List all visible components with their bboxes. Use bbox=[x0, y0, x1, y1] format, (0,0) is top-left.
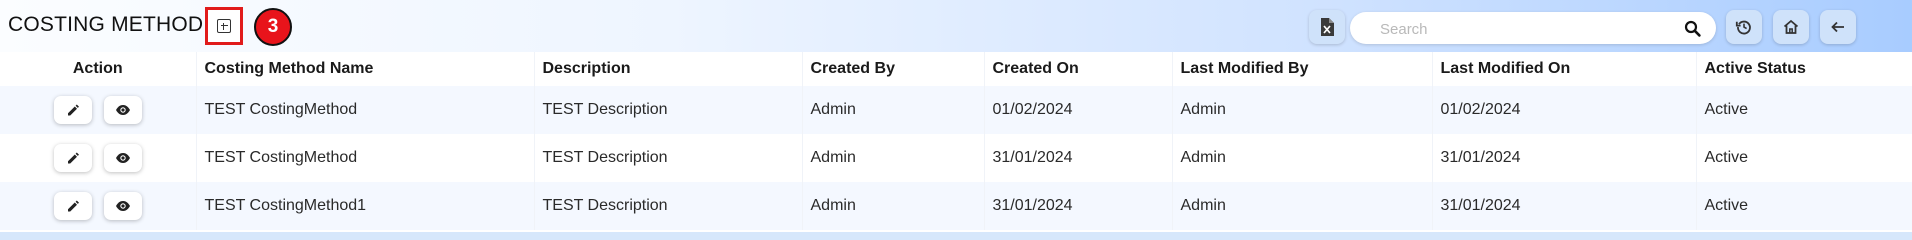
pencil-icon bbox=[67, 104, 79, 116]
eye-icon bbox=[115, 153, 130, 163]
cell-created-on: 31/01/2024 bbox=[983, 134, 1172, 182]
add-costing-method-button[interactable] bbox=[205, 7, 243, 45]
column-header-created-on[interactable]: Created On bbox=[983, 52, 1172, 86]
cell-last-modified-on: 31/01/2024 bbox=[1431, 134, 1696, 182]
eye-icon bbox=[115, 201, 130, 211]
cell-created-by: Admin bbox=[801, 134, 984, 182]
column-header-created-by[interactable]: Created By bbox=[801, 52, 984, 86]
pencil-icon bbox=[67, 152, 79, 164]
action-cell bbox=[0, 182, 196, 230]
view-button[interactable] bbox=[103, 144, 142, 172]
cell-costing-method-name: TEST CostingMethod1 bbox=[195, 182, 534, 230]
cell-costing-method-name: TEST CostingMethod bbox=[195, 86, 534, 134]
cell-costing-method-name: TEST CostingMethod bbox=[195, 134, 534, 182]
edit-button[interactable] bbox=[53, 144, 92, 172]
cell-created-by: Admin bbox=[801, 86, 984, 134]
refresh-icon bbox=[1735, 20, 1751, 35]
cell-active-status: Active bbox=[1695, 134, 1912, 182]
edit-button[interactable] bbox=[53, 192, 92, 220]
cell-created-by: Admin bbox=[801, 182, 984, 230]
table-row: TEST CostingMethod TEST Description Admi… bbox=[0, 86, 1912, 134]
cell-created-on: 31/01/2024 bbox=[983, 182, 1172, 230]
column-header-last-modified-on[interactable]: Last Modified On bbox=[1431, 52, 1696, 86]
cell-description: TEST Description bbox=[533, 134, 802, 182]
export-excel-button[interactable] bbox=[1309, 10, 1345, 44]
cell-last-modified-on: 01/02/2024 bbox=[1431, 86, 1696, 134]
cell-last-modified-by: Admin bbox=[1171, 134, 1432, 182]
pencil-icon bbox=[67, 200, 79, 212]
column-header-action: Action bbox=[72, 60, 123, 77]
page-header: COSTING METHOD 3 bbox=[0, 0, 1912, 52]
column-header-costing-method-name[interactable]: Costing Method Name bbox=[195, 52, 534, 86]
cell-description: TEST Description bbox=[533, 86, 802, 134]
cell-last-modified-on: 31/01/2024 bbox=[1431, 182, 1696, 230]
edit-button[interactable] bbox=[53, 96, 92, 124]
cell-description: TEST Description bbox=[533, 182, 802, 230]
back-arrow-icon bbox=[1831, 21, 1844, 33]
cell-last-modified-by: Admin bbox=[1171, 182, 1432, 230]
cell-active-status: Active bbox=[1695, 182, 1912, 230]
cell-active-status: Active bbox=[1695, 86, 1912, 134]
column-header-active-status[interactable]: Active Status bbox=[1695, 52, 1912, 86]
action-cell bbox=[0, 86, 196, 134]
home-icon bbox=[1783, 19, 1799, 34]
refresh-button[interactable] bbox=[1726, 10, 1762, 44]
back-button[interactable] bbox=[1820, 10, 1856, 44]
action-cell bbox=[0, 134, 196, 182]
annotation-badge: 3 bbox=[254, 8, 292, 46]
search-input[interactable] bbox=[1378, 18, 1682, 40]
column-header-description[interactable]: Description bbox=[533, 52, 802, 86]
add-square-icon bbox=[217, 19, 231, 33]
eye-icon bbox=[115, 105, 130, 115]
cell-created-on: 01/02/2024 bbox=[983, 86, 1172, 134]
search-button[interactable] bbox=[1682, 17, 1706, 39]
table-row: TEST CostingMethod1 TEST Description Adm… bbox=[0, 182, 1912, 230]
view-button[interactable] bbox=[103, 96, 142, 124]
page-title: COSTING METHOD bbox=[8, 13, 204, 36]
cell-last-modified-by: Admin bbox=[1171, 86, 1432, 134]
table-row: TEST CostingMethod TEST Description Admi… bbox=[0, 134, 1912, 182]
search-box bbox=[1350, 12, 1716, 44]
excel-export-icon bbox=[1321, 18, 1334, 36]
table-footer-bar bbox=[0, 232, 1912, 240]
table-header-row: Action Costing Method Name Description C… bbox=[0, 52, 1912, 86]
home-button[interactable] bbox=[1773, 10, 1809, 44]
costing-method-table: Action Costing Method Name Description C… bbox=[0, 52, 1912, 230]
view-button[interactable] bbox=[103, 192, 142, 220]
column-header-last-modified-by[interactable]: Last Modified By bbox=[1171, 52, 1432, 86]
search-icon bbox=[1684, 20, 1701, 37]
costing-method-page: COSTING METHOD 3 Search Action Costing M… bbox=[0, 0, 1912, 240]
